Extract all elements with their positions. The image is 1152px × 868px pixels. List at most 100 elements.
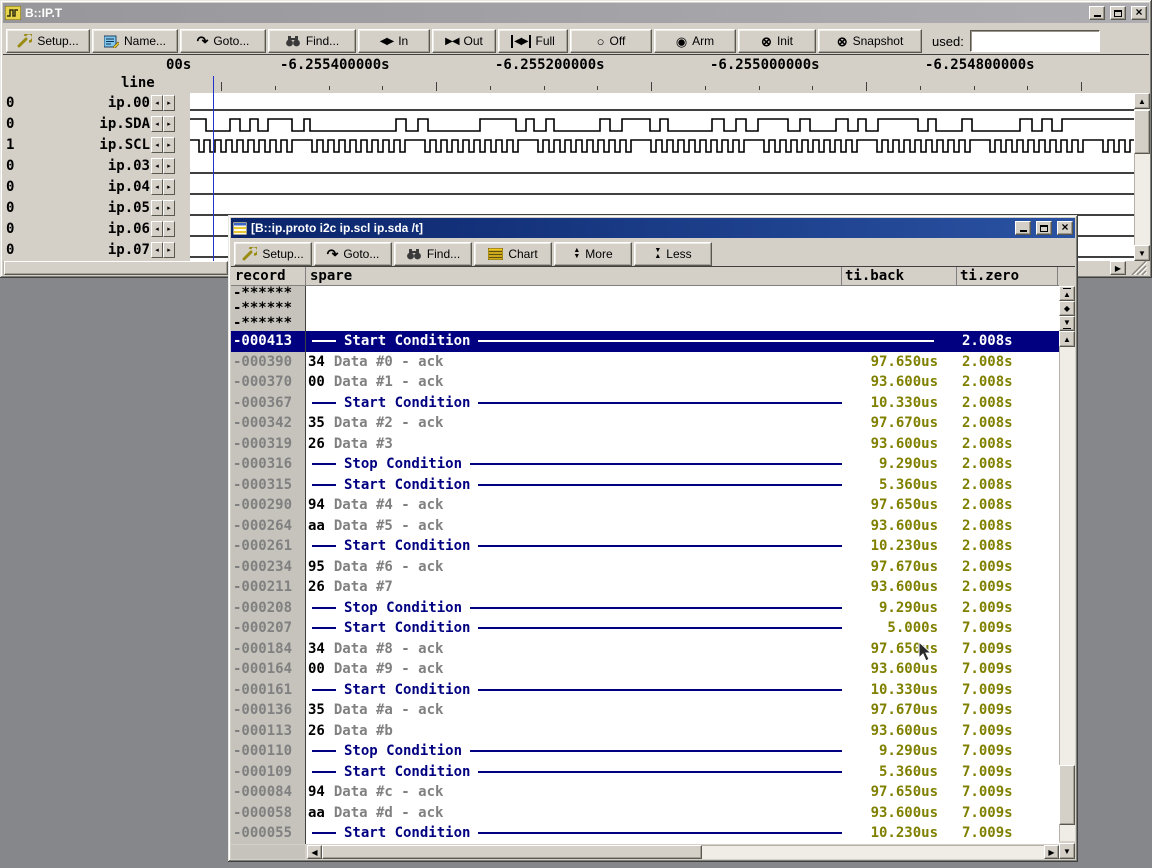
protocol-goto-button[interactable]: ↷Goto... xyxy=(314,242,392,266)
protocol-row[interactable]: -000264aaData #5 - ack93.600us2.008s xyxy=(231,516,1059,537)
column-header-spare[interactable]: spare xyxy=(310,268,352,284)
protocol-row[interactable]: -000367Start Condition10.330us2.008s xyxy=(231,393,1059,414)
trace-find-button[interactable]: Find... xyxy=(268,29,356,53)
scroll-center-button[interactable]: ◆ xyxy=(1059,301,1075,316)
signal-row-ip.00[interactable]: 0ip.00◂▸ xyxy=(3,93,190,114)
scroll-to-bottom-button[interactable]: ▼ xyxy=(1059,316,1075,331)
signal-scroll-right-button[interactable]: ▸ xyxy=(163,179,175,195)
signal-scroll-left-button[interactable]: ◂ xyxy=(151,242,163,258)
protocol-row[interactable]: -000207Start Condition5.000s7.009s xyxy=(231,618,1059,639)
trace-off-button[interactable]: ○Off xyxy=(570,29,652,53)
protocol-row[interactable]: -000055Start Condition10.230us7.009s xyxy=(231,823,1059,844)
protocol-vscrollbar-track[interactable] xyxy=(1059,286,1075,841)
column-header-record[interactable]: record xyxy=(235,268,286,284)
protocol-window-titlebar[interactable]: [B::ip.proto i2c ip.scl ip.sda /t] × xyxy=(231,218,1075,238)
signal-scroll-right-button[interactable]: ▸ xyxy=(163,158,175,174)
protocol-table-header[interactable]: record spare ti.back ti.zero xyxy=(231,267,1059,286)
signal-scroll-right-button[interactable]: ▸ xyxy=(163,116,175,132)
protocol-row[interactable]: -000161Start Condition10.330us7.009s xyxy=(231,680,1059,701)
trace-arm-button[interactable]: ◉Arm xyxy=(654,29,736,53)
protocol-scroll-right-button[interactable]: ▶ xyxy=(1044,845,1059,859)
protocol-row[interactable]: -00023495Data #6 - ack97.670us2.009s xyxy=(231,557,1059,578)
signal-scroll-right-button[interactable]: ▸ xyxy=(163,242,175,258)
protocol-setup-button[interactable]: Setup... xyxy=(234,242,312,266)
signal-scroll-right-button[interactable]: ▸ xyxy=(163,95,175,111)
protocol-row[interactable]: -000110Stop Condition9.290us7.009s xyxy=(231,741,1059,762)
signal-scroll-left-button[interactable]: ◂ xyxy=(151,221,163,237)
signal-row-ip.05[interactable]: 0ip.05◂▸ xyxy=(3,198,190,219)
trace-goto-button[interactable]: ↷Goto... xyxy=(180,29,266,53)
signal-scroll-left-button[interactable]: ◂ xyxy=(151,200,163,216)
trace-full-button[interactable]: ◀▶Full xyxy=(498,29,568,53)
trace-scroll-right-button[interactable]: ▶ xyxy=(1110,261,1126,275)
signal-row-ip.07[interactable]: 0ip.07◂▸ xyxy=(3,240,190,261)
trace-out-button[interactable]: ▶◀Out xyxy=(432,29,496,53)
protocol-row[interactable]: -00016400Data #9 - ack93.600us7.009s xyxy=(231,659,1059,680)
protocol-row[interactable]: -00008494Data #c - ack97.650us7.009s xyxy=(231,782,1059,803)
protocol-scroll-up-button[interactable]: ▲ xyxy=(1059,331,1075,347)
signal-scroll-left-button[interactable]: ◂ xyxy=(151,137,163,153)
trace-scroll-up-button[interactable]: ▲ xyxy=(1134,93,1150,109)
protocol-row[interactable]: -00018434Data #8 - ack97.650us7.009s xyxy=(231,639,1059,660)
protocol-row[interactable]: -00037000Data #1 - ack93.600us2.008s xyxy=(231,372,1059,393)
protocol-row[interactable]: -000413Start Condition2.008s xyxy=(231,331,1059,352)
protocol-row[interactable]: -000208Stop Condition9.290us2.009s xyxy=(231,598,1059,619)
protocol-vscroll-thumb[interactable] xyxy=(1059,765,1075,825)
protocol-scroll-down-button[interactable]: ▼ xyxy=(1059,843,1075,859)
signal-scroll-left-button[interactable]: ◂ xyxy=(151,95,163,111)
protocol-row[interactable]: -000058aaData #d - ack93.600us7.009s xyxy=(231,803,1059,824)
signal-row-ip.04[interactable]: 0ip.04◂▸ xyxy=(3,177,190,198)
signal-scroll-left-button[interactable]: ◂ xyxy=(151,116,163,132)
trace-snapshot-button[interactable]: ⊗Snapshot xyxy=(818,29,922,53)
protocol-row[interactable]: -00034235Data #2 - ack97.670us2.008s xyxy=(231,413,1059,434)
close-button[interactable]: × xyxy=(1057,221,1073,235)
maximize-button[interactable] xyxy=(1110,6,1126,20)
protocol-row[interactable]: -00013635Data #a - ack97.670us7.009s xyxy=(231,700,1059,721)
trace-name-button[interactable]: Name... xyxy=(92,29,178,53)
protocol-less-button[interactable]: ▼▲Less xyxy=(634,242,712,266)
protocol-row[interactable]: -00029094Data #4 - ack97.650us2.008s xyxy=(231,495,1059,516)
signal-scroll-right-button[interactable]: ▸ xyxy=(163,221,175,237)
protocol-row[interactable]: -00031926Data #393.600us2.008s xyxy=(231,434,1059,455)
signal-scroll-right-button[interactable]: ▸ xyxy=(163,200,175,216)
trace-cursor-line[interactable] xyxy=(213,76,214,261)
trace-init-button[interactable]: ⊗Init xyxy=(738,29,816,53)
signal-row-ip.03[interactable]: 0ip.03◂▸ xyxy=(3,156,190,177)
signal-scroll-right-button[interactable]: ▸ xyxy=(163,137,175,153)
protocol-row[interactable]: -00021126Data #793.600us2.009s xyxy=(231,577,1059,598)
protocol-more-button[interactable]: ▲▼More xyxy=(554,242,632,266)
timeline-header[interactable]: line 00s-6.255400000s-6.255200000s-6.255… xyxy=(3,55,1149,94)
protocol-table[interactable]: -******-******-******-000413Start Condit… xyxy=(231,286,1059,844)
trace-vscroll-thumb[interactable] xyxy=(1134,110,1150,154)
protocol-row[interactable]: -****** xyxy=(231,316,1059,331)
close-button[interactable]: × xyxy=(1131,6,1147,20)
protocol-scroll-left-button[interactable]: ◀ xyxy=(307,845,322,859)
used-field[interactable] xyxy=(970,30,1100,52)
trace-window-titlebar[interactable]: B::IP.T × xyxy=(3,3,1149,23)
resize-grip[interactable] xyxy=(1130,259,1148,275)
column-header-ti-back[interactable]: ti.back xyxy=(845,268,904,284)
minimize-button[interactable] xyxy=(1015,221,1031,235)
protocol-row[interactable]: -00011326Data #b93.600us7.009s xyxy=(231,721,1059,742)
signal-row-ip.SDA[interactable]: 0ip.SDA◂▸ xyxy=(3,114,190,135)
protocol-chart-button[interactable]: Chart xyxy=(474,242,552,266)
trace-setup-button[interactable]: Setup... xyxy=(6,29,90,53)
trace-in-button[interactable]: ◀▶In xyxy=(358,29,430,53)
maximize-button[interactable] xyxy=(1036,221,1052,235)
protocol-row[interactable]: -000316Stop Condition9.290us2.008s xyxy=(231,454,1059,475)
protocol-find-button[interactable]: Find... xyxy=(394,242,472,266)
signal-row-ip.06[interactable]: 0ip.06◂▸ xyxy=(3,219,190,240)
name-column-hscroll-thumb[interactable] xyxy=(4,261,228,275)
protocol-row[interactable]: -000109Start Condition5.360us7.009s xyxy=(231,762,1059,783)
signal-scroll-left-button[interactable]: ◂ xyxy=(151,158,163,174)
protocol-row[interactable]: -00039034Data #0 - ack97.650us2.008s xyxy=(231,352,1059,373)
column-header-ti-zero[interactable]: ti.zero xyxy=(960,268,1019,284)
signal-scroll-left-button[interactable]: ◂ xyxy=(151,179,163,195)
signal-row-ip.SCL[interactable]: 1ip.SCL◂▸ xyxy=(3,135,190,156)
protocol-hscroll-thumb[interactable] xyxy=(322,845,702,859)
protocol-row[interactable]: -000315Start Condition5.360us2.008s xyxy=(231,475,1059,496)
minimize-button[interactable] xyxy=(1089,6,1105,20)
protocol-row[interactable]: -****** xyxy=(231,301,1059,316)
protocol-row[interactable]: -****** xyxy=(231,286,1059,301)
protocol-row[interactable]: -000261Start Condition10.230us2.008s xyxy=(231,536,1059,557)
